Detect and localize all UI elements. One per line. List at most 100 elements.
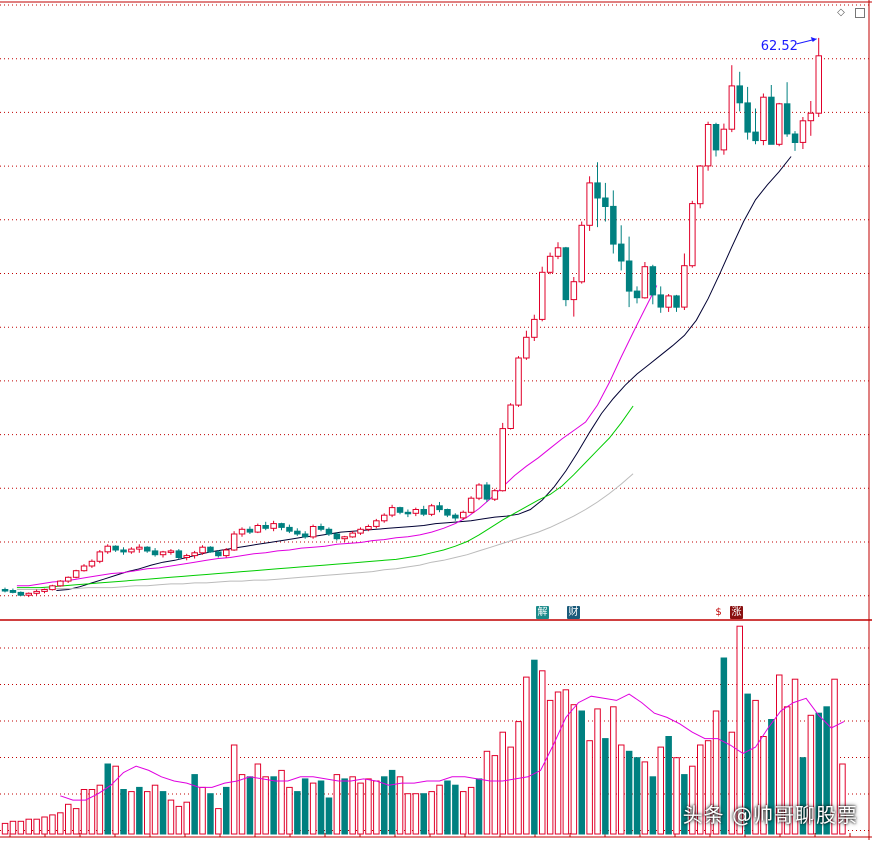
volume-bar [499,731,506,835]
dollar-badge[interactable]: $ [712,606,725,619]
volume-bar [33,818,40,835]
volume-bar [507,746,514,835]
candle-body [317,526,325,530]
volume-bar [633,757,641,835]
candle-body [301,533,309,538]
candle-body [1,589,9,592]
volume-bar [665,736,672,835]
volume-bar [120,789,127,835]
window-icon[interactable] [855,8,865,18]
ma-line-2 [16,285,658,587]
rise-badge[interactable]: 涨 [730,606,743,619]
volume-bar [309,782,317,835]
candle-body [294,530,301,535]
candle-body [744,102,751,133]
candle-body [562,247,570,301]
volume-bar [72,808,80,835]
volume-bar [57,812,64,835]
volume-bar [230,744,238,835]
volume-bar [301,778,309,835]
candle-body [799,120,807,143]
candle-body [341,536,348,540]
volume-bar [578,710,585,835]
candle-body [681,265,688,308]
volume-bar [586,740,593,835]
volume-bar [1,822,9,835]
volume-bar [562,689,570,835]
candle-body [215,551,222,557]
volume-bar [183,801,190,835]
volume-bar [618,744,625,835]
candle-body [80,565,88,572]
volume-bar [625,750,633,835]
volume-bar [396,776,404,835]
volume-bar [41,816,48,835]
volume-bar [191,774,198,835]
candle-body [602,197,609,207]
volume-bar [483,750,491,835]
candle-body [539,271,546,320]
candle-body [238,528,246,535]
volume-bar [49,814,56,835]
volume-bar [223,786,230,835]
volume-bar [531,659,538,835]
candle-body [641,266,649,299]
finance-badge[interactable]: 财 [567,606,580,619]
candle-body [760,96,767,141]
volume-bar [452,784,459,835]
volume-bar [175,805,183,835]
candle-body [776,103,783,145]
volume-bar [159,791,167,835]
volume-bar [151,784,159,835]
candle-body [396,507,404,513]
candle-body [365,526,372,530]
volume-bar [420,793,427,835]
price-high-annotation: 62.52 [761,39,798,54]
volume-bar [602,738,609,835]
candle-body [41,589,48,592]
volume-bar [167,799,175,835]
candle-body [665,295,672,308]
candle-body [436,505,443,511]
volume-bar [238,774,246,835]
candle-body [144,546,151,552]
candle-body [491,490,499,500]
diamond-icon[interactable]: ◇ [836,8,846,18]
candle-body [720,128,728,151]
candle-body [768,96,775,145]
volume-bar [570,704,578,835]
candle-body [151,550,159,556]
candle-body [618,243,625,262]
volume-bar [294,791,301,835]
volume-bar [673,757,680,835]
candle-body [807,112,815,122]
volume-bar [278,769,285,835]
candle-body [104,545,111,553]
candle-body [191,552,198,557]
volume-bar [333,774,341,835]
candle-body [349,532,356,538]
candle-body [697,165,704,205]
volume-bar [144,791,151,835]
candle-body [594,182,601,199]
volume-bar [428,791,435,835]
candle-body [791,133,799,143]
candle-body [207,546,214,553]
volume-bar [594,708,601,835]
candle-body [120,549,127,553]
candle-body [57,580,64,587]
volume-bar [657,746,664,835]
candle-body [404,511,412,515]
candle-body [657,294,664,308]
candle-body [254,525,262,533]
candle-body [333,533,341,540]
candle-body [649,266,657,296]
ma-line-1 [56,156,792,591]
candle-body [246,528,254,533]
candle-body [554,247,562,257]
watermark: 头条 @帅哥聊股票 [682,803,858,827]
unlock-badge[interactable]: 解 [536,606,549,619]
candle-body [704,124,712,167]
candle-body [531,318,538,338]
candle-body [9,590,17,593]
